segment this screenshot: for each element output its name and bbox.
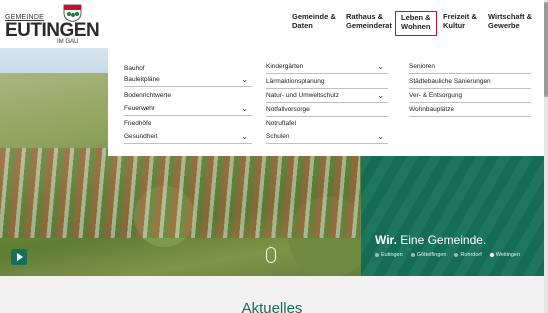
chevron-down-icon[interactable]: ⌄ — [241, 102, 248, 116]
site-header: GEMEINDE EUTINGEN IM GAU Gemeinde & Date… — [0, 0, 548, 48]
nav-label-line1: Rathaus & — [346, 12, 384, 21]
menu-item-label: Gesundheit — [124, 133, 158, 140]
hero-village — [0, 148, 360, 238]
slide-dot-label: Göttelfingen — [416, 252, 447, 258]
nav-label-line1: Leben & — [401, 13, 431, 22]
nav-label-line2: Wohnen — [401, 22, 431, 31]
site-logo[interactable]: GEMEINDE EUTINGEN IM GAU — [5, 4, 100, 45]
slide-dot-eutingen[interactable]: Eutingen — [375, 252, 403, 258]
menu-item-label: Bodenrichtwerte — [124, 92, 171, 99]
menu-item-label: Lärmaktionsplanung — [266, 78, 325, 85]
chevron-down-icon[interactable]: ⌄ — [377, 89, 384, 103]
menu-item-label: Ver- & Entsorgung — [409, 92, 463, 99]
mega-menu-leben-wohnen: Bauhof Bauleitpläne ⌄ Bodenrichtwerte Feu… — [108, 48, 548, 156]
menu-item-label: Bauhof — [124, 65, 145, 72]
nav-leben-wohnen[interactable]: Leben & Wohnen — [395, 11, 437, 36]
menu-item-label: Senioren — [409, 63, 436, 70]
menu-item-staedtebauliche-sanierungen[interactable]: Städtebauliche Sanierungen — [409, 75, 531, 89]
section-title-aktuelles: Aktuelles — [241, 300, 303, 313]
chevron-down-icon[interactable]: ⌄ — [377, 60, 384, 74]
menu-item-bauleitplaene[interactable]: Bauleitpläne ⌄ — [124, 73, 252, 87]
menu-item-gesundheit[interactable]: Gesundheit ⌄ — [124, 130, 252, 144]
slogan-panel: Wir. Eine Gemeinde. Eutingen Göttelfinge… — [361, 156, 544, 276]
slide-dot-rohrdorf[interactable]: Rohrdorf — [454, 252, 482, 258]
slogan-text: Wir. Eine Gemeinde. — [375, 233, 486, 247]
dot-icon — [454, 252, 459, 257]
menu-item-label: Natur- und Umweltschutz — [266, 92, 339, 99]
menu-item-label: Friedhöfe — [124, 120, 152, 127]
menu-item-notruftafel[interactable]: Notrufta­fel — [266, 117, 388, 131]
nav-label-line1: Gemeinde & — [292, 12, 336, 21]
nav-label-line1: Wirtschaft & — [488, 12, 533, 21]
menu-item-label: Städtebauliche Sanierungen — [409, 78, 491, 85]
menu-item-label: Kindergärten — [266, 63, 304, 70]
nav-label-line2: Gemeinderat — [346, 21, 392, 30]
dot-icon — [489, 252, 494, 257]
scroll-down-icon[interactable] — [266, 247, 276, 263]
menu-item-label: Feuerwehr — [124, 105, 156, 112]
slide-dot-weitingen[interactable]: Weitingen — [489, 252, 521, 258]
menu-item-label: Bauleitpläne — [124, 76, 160, 83]
play-icon[interactable] — [11, 249, 27, 265]
slogan-rest: Eine Gemeinde. — [396, 233, 487, 247]
nav-rathaus-gemeinderat[interactable]: Rathaus & Gemeinderat — [346, 12, 392, 36]
dot-icon — [375, 252, 379, 257]
slogan-bold: Wir. — [375, 233, 397, 247]
village-slider-nav: Eutingen Göttelfingen Rohrdorf Weitingen — [375, 252, 520, 258]
slide-dot-label: Rohrdorf — [460, 252, 482, 258]
chevron-down-icon[interactable]: ⌄ — [377, 130, 384, 144]
menu-item-label: Schulen — [266, 133, 290, 140]
logo-main-text: EUTINGEN — [5, 20, 100, 41]
menu-item-label: Notfallvorsorge — [266, 106, 310, 113]
menu-item-label: Wohnbauplätze — [409, 106, 455, 113]
menu-item-laermaktionsplanung[interactable]: Lärmaktionsplanung — [266, 75, 388, 89]
menu-item-schulen[interactable]: Schulen ⌄ — [266, 130, 388, 144]
dot-icon — [410, 252, 415, 257]
menu-item-feuerwehr[interactable]: Feuerwehr ⌄ — [124, 102, 252, 116]
nav-label-line2: Daten — [292, 21, 313, 30]
menu-item-friedhoefe[interactable]: Friedhöfe — [124, 117, 252, 131]
nav-label-line2: Gewerbe — [488, 21, 520, 30]
menu-item-natur-umweltschutz[interactable]: Natur- und Umweltschutz ⌄ — [266, 89, 388, 103]
page-scrollbar-thumb[interactable] — [544, 2, 548, 97]
nav-label-line1: Freizeit & — [443, 12, 477, 21]
menu-item-ver-entsorgung[interactable]: Ver- & Entsorgung — [409, 89, 531, 103]
slide-dot-label: Weitingen — [495, 252, 521, 258]
nav-label-line2: Kultur — [443, 21, 466, 30]
logo-sub-text: IM GAU — [57, 39, 79, 45]
nav-gemeinde-daten[interactable]: Gemeinde & Daten — [292, 12, 336, 36]
nav-wirtschaft-gewerbe[interactable]: Wirtschaft & Gewerbe — [488, 12, 532, 36]
menu-item-senioren[interactable]: Senioren — [409, 60, 531, 74]
nav-freizeit-kultur[interactable]: Freizeit & Kultur — [443, 12, 477, 36]
panel-pattern — [361, 156, 544, 276]
chevron-down-icon[interactable]: ⌄ — [241, 73, 248, 87]
menu-item-bodenrichtwerte[interactable]: Bodenrichtwerte — [124, 89, 252, 103]
menu-item-notfallvorsorge[interactable]: Notfallvorsorge — [266, 103, 388, 117]
chevron-down-icon[interactable]: ⌄ — [241, 130, 248, 144]
slide-dot-label: Eutingen — [381, 252, 403, 258]
slide-dot-goettelfingen[interactable]: Göttelfingen — [410, 252, 447, 258]
menu-item-label: Notrufta­fel — [266, 120, 296, 127]
menu-item-kindergaerten[interactable]: Kindergärten ⌄ — [266, 60, 388, 74]
menu-item-wohnbauplaetze[interactable]: Wohnbauplätze — [409, 103, 531, 117]
